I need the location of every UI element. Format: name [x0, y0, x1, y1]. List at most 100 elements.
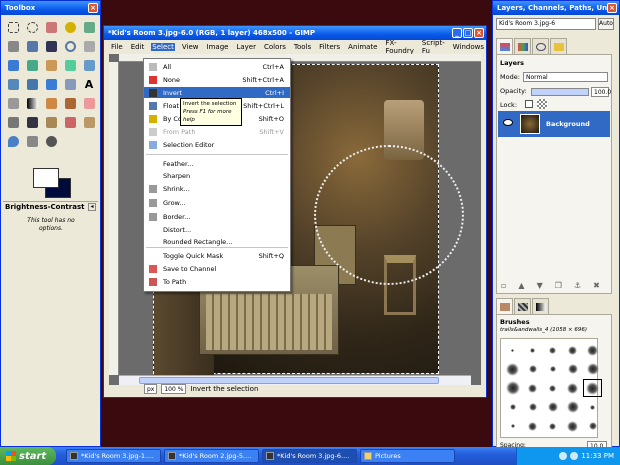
brush-item[interactable]	[523, 379, 542, 397]
menu-edit[interactable]: Edit	[130, 43, 146, 51]
tab-patterns[interactable]	[514, 298, 531, 314]
menu-item-from-path[interactable]: From Path Shift+V	[144, 126, 290, 137]
free-select-tool-icon[interactable]	[42, 18, 60, 36]
paths-tool-icon[interactable]	[23, 37, 41, 55]
brush-item[interactable]	[503, 341, 522, 359]
tab-brushes[interactable]	[496, 298, 513, 314]
cage-tool-icon[interactable]	[61, 75, 79, 93]
menu-script-fu[interactable]: Script-Fu	[421, 39, 446, 55]
menu-item-feather[interactable]: Feather...	[144, 158, 290, 169]
menu-item-none[interactable]: None Shift+Ctrl+A	[144, 74, 290, 85]
lock-pixels-checkbox[interactable]	[525, 100, 533, 108]
auto-button[interactable]: Auto	[598, 18, 614, 30]
image-window-titlebar[interactable]: *Kid's Room 3.jpg-6.0 (RGB, 1 layer) 468…	[104, 26, 486, 40]
move-tool-icon[interactable]	[4, 56, 22, 74]
layer-row-background[interactable]: Background	[498, 111, 610, 137]
pencil-tool-icon[interactable]	[42, 94, 60, 112]
rotate-tool-icon[interactable]	[61, 56, 79, 74]
menu-fx-foundry[interactable]: FX-Foundry	[385, 39, 415, 55]
bucket-fill-tool-icon[interactable]	[4, 94, 22, 112]
menu-tools[interactable]: Tools	[293, 43, 312, 51]
flip-tool-icon[interactable]	[42, 75, 60, 93]
taskbar-item[interactable]: Pictures	[360, 449, 455, 463]
brush-item[interactable]	[543, 341, 562, 359]
menu-file[interactable]: File	[110, 43, 124, 51]
taskbar-item[interactable]: *Kid's Room 3.jpg-1....	[66, 449, 161, 463]
lock-alpha-icon[interactable]	[537, 99, 547, 109]
duplicate-layer-icon[interactable]: ❐	[555, 281, 562, 290]
zoom-tool-icon[interactable]	[61, 37, 79, 55]
opacity-slider[interactable]	[531, 88, 589, 96]
measure-tool-icon[interactable]	[80, 37, 98, 55]
menu-colors[interactable]: Colors	[263, 43, 287, 51]
menu-item-sharpen[interactable]: Sharpen	[144, 170, 290, 181]
shear-tool-icon[interactable]	[4, 75, 22, 93]
brush-item[interactable]	[523, 341, 542, 359]
raise-layer-icon[interactable]: ▲	[518, 281, 524, 290]
menu-item-shrink[interactable]: Shrink...	[144, 183, 290, 194]
taskbar-item[interactable]: *Kid's Room 2.jpg-5....	[164, 449, 259, 463]
tab-undo[interactable]	[550, 38, 567, 54]
menu-select[interactable]: Select	[151, 43, 175, 51]
brush-item[interactable]	[583, 341, 602, 359]
network-icon[interactable]	[559, 452, 568, 460]
fg-bg-color-swatches[interactable]	[33, 168, 73, 200]
tab-paths[interactable]	[532, 38, 549, 54]
menu-item-selection-editor[interactable]: Selection Editor	[144, 139, 290, 150]
ink-tool-icon[interactable]	[23, 113, 41, 131]
tab-layers[interactable]	[496, 38, 513, 54]
taskbar-item[interactable]: *Kid's Room 3.jpg-6....	[262, 449, 357, 463]
brush-item[interactable]	[583, 417, 602, 435]
new-layer-icon[interactable]: ▫	[501, 281, 506, 290]
maximize-icon[interactable]: □	[463, 28, 473, 38]
brush-item[interactable]	[523, 398, 542, 416]
text-tool-icon[interactable]: A	[80, 75, 98, 93]
rect-select-tool-icon[interactable]	[4, 18, 22, 36]
ellipse-select-tool-icon[interactable]	[23, 18, 41, 36]
close-icon[interactable]: ×	[607, 3, 617, 13]
menu-item-to-path[interactable]: To Path	[144, 276, 290, 287]
align-tool-icon[interactable]	[23, 56, 41, 74]
color-select-tool-icon[interactable]	[80, 18, 98, 36]
menu-item-invert[interactable]: Invert Ctrl+I	[144, 87, 290, 98]
menu-animate[interactable]: Animate	[347, 43, 378, 51]
brush-item[interactable]	[563, 417, 582, 435]
lower-layer-icon[interactable]: ▼	[537, 281, 543, 290]
brush-item[interactable]	[523, 360, 542, 378]
smudge-tool-icon[interactable]	[23, 132, 41, 150]
brush-item[interactable]	[563, 379, 582, 397]
menu-item-distort[interactable]: Distort...	[144, 224, 290, 235]
scissors-tool-icon[interactable]	[4, 37, 22, 55]
menu-windows[interactable]: Windows	[452, 43, 485, 51]
blur-tool-icon[interactable]	[4, 132, 22, 150]
mode-select[interactable]: Normal	[523, 72, 608, 82]
brush-item[interactable]	[523, 417, 542, 435]
brush-item[interactable]	[583, 379, 602, 397]
menu-item-toggle-quick-mask[interactable]: Toggle Quick Mask Shift+Q	[144, 250, 290, 261]
menu-image[interactable]: Image	[206, 43, 230, 51]
airbrush-tool-icon[interactable]	[4, 113, 22, 131]
zoom-select[interactable]: 100 %	[161, 384, 187, 394]
crop-tool-icon[interactable]	[42, 56, 60, 74]
brush-item[interactable]	[563, 360, 582, 378]
volume-icon[interactable]	[570, 452, 579, 460]
close-icon[interactable]: ×	[474, 28, 484, 38]
color-picker-tool-icon[interactable]	[42, 37, 60, 55]
image-selector[interactable]: Kid's Room 3.jpg-6	[496, 18, 596, 30]
scale-tool-icon[interactable]	[80, 56, 98, 74]
menu-item-grow[interactable]: Grow...	[144, 197, 290, 208]
brush-item[interactable]	[503, 360, 522, 378]
unit-select[interactable]: px	[144, 384, 158, 394]
toolbox-titlebar[interactable]: Toolbox ×	[1, 1, 100, 15]
dodge-burn-tool-icon[interactable]	[42, 132, 60, 150]
eye-icon[interactable]	[503, 119, 513, 126]
brush-item[interactable]	[543, 417, 562, 435]
paintbrush-tool-icon[interactable]	[61, 94, 79, 112]
vertical-ruler[interactable]	[109, 62, 119, 375]
tab-gradients[interactable]	[532, 298, 549, 314]
menu-view[interactable]: View	[181, 43, 200, 51]
perspective-clone-tool-icon[interactable]	[80, 113, 98, 131]
menu-item-all[interactable]: All Ctrl+A	[144, 61, 290, 72]
brush-item[interactable]	[503, 398, 522, 416]
heal-tool-icon[interactable]	[61, 113, 79, 131]
